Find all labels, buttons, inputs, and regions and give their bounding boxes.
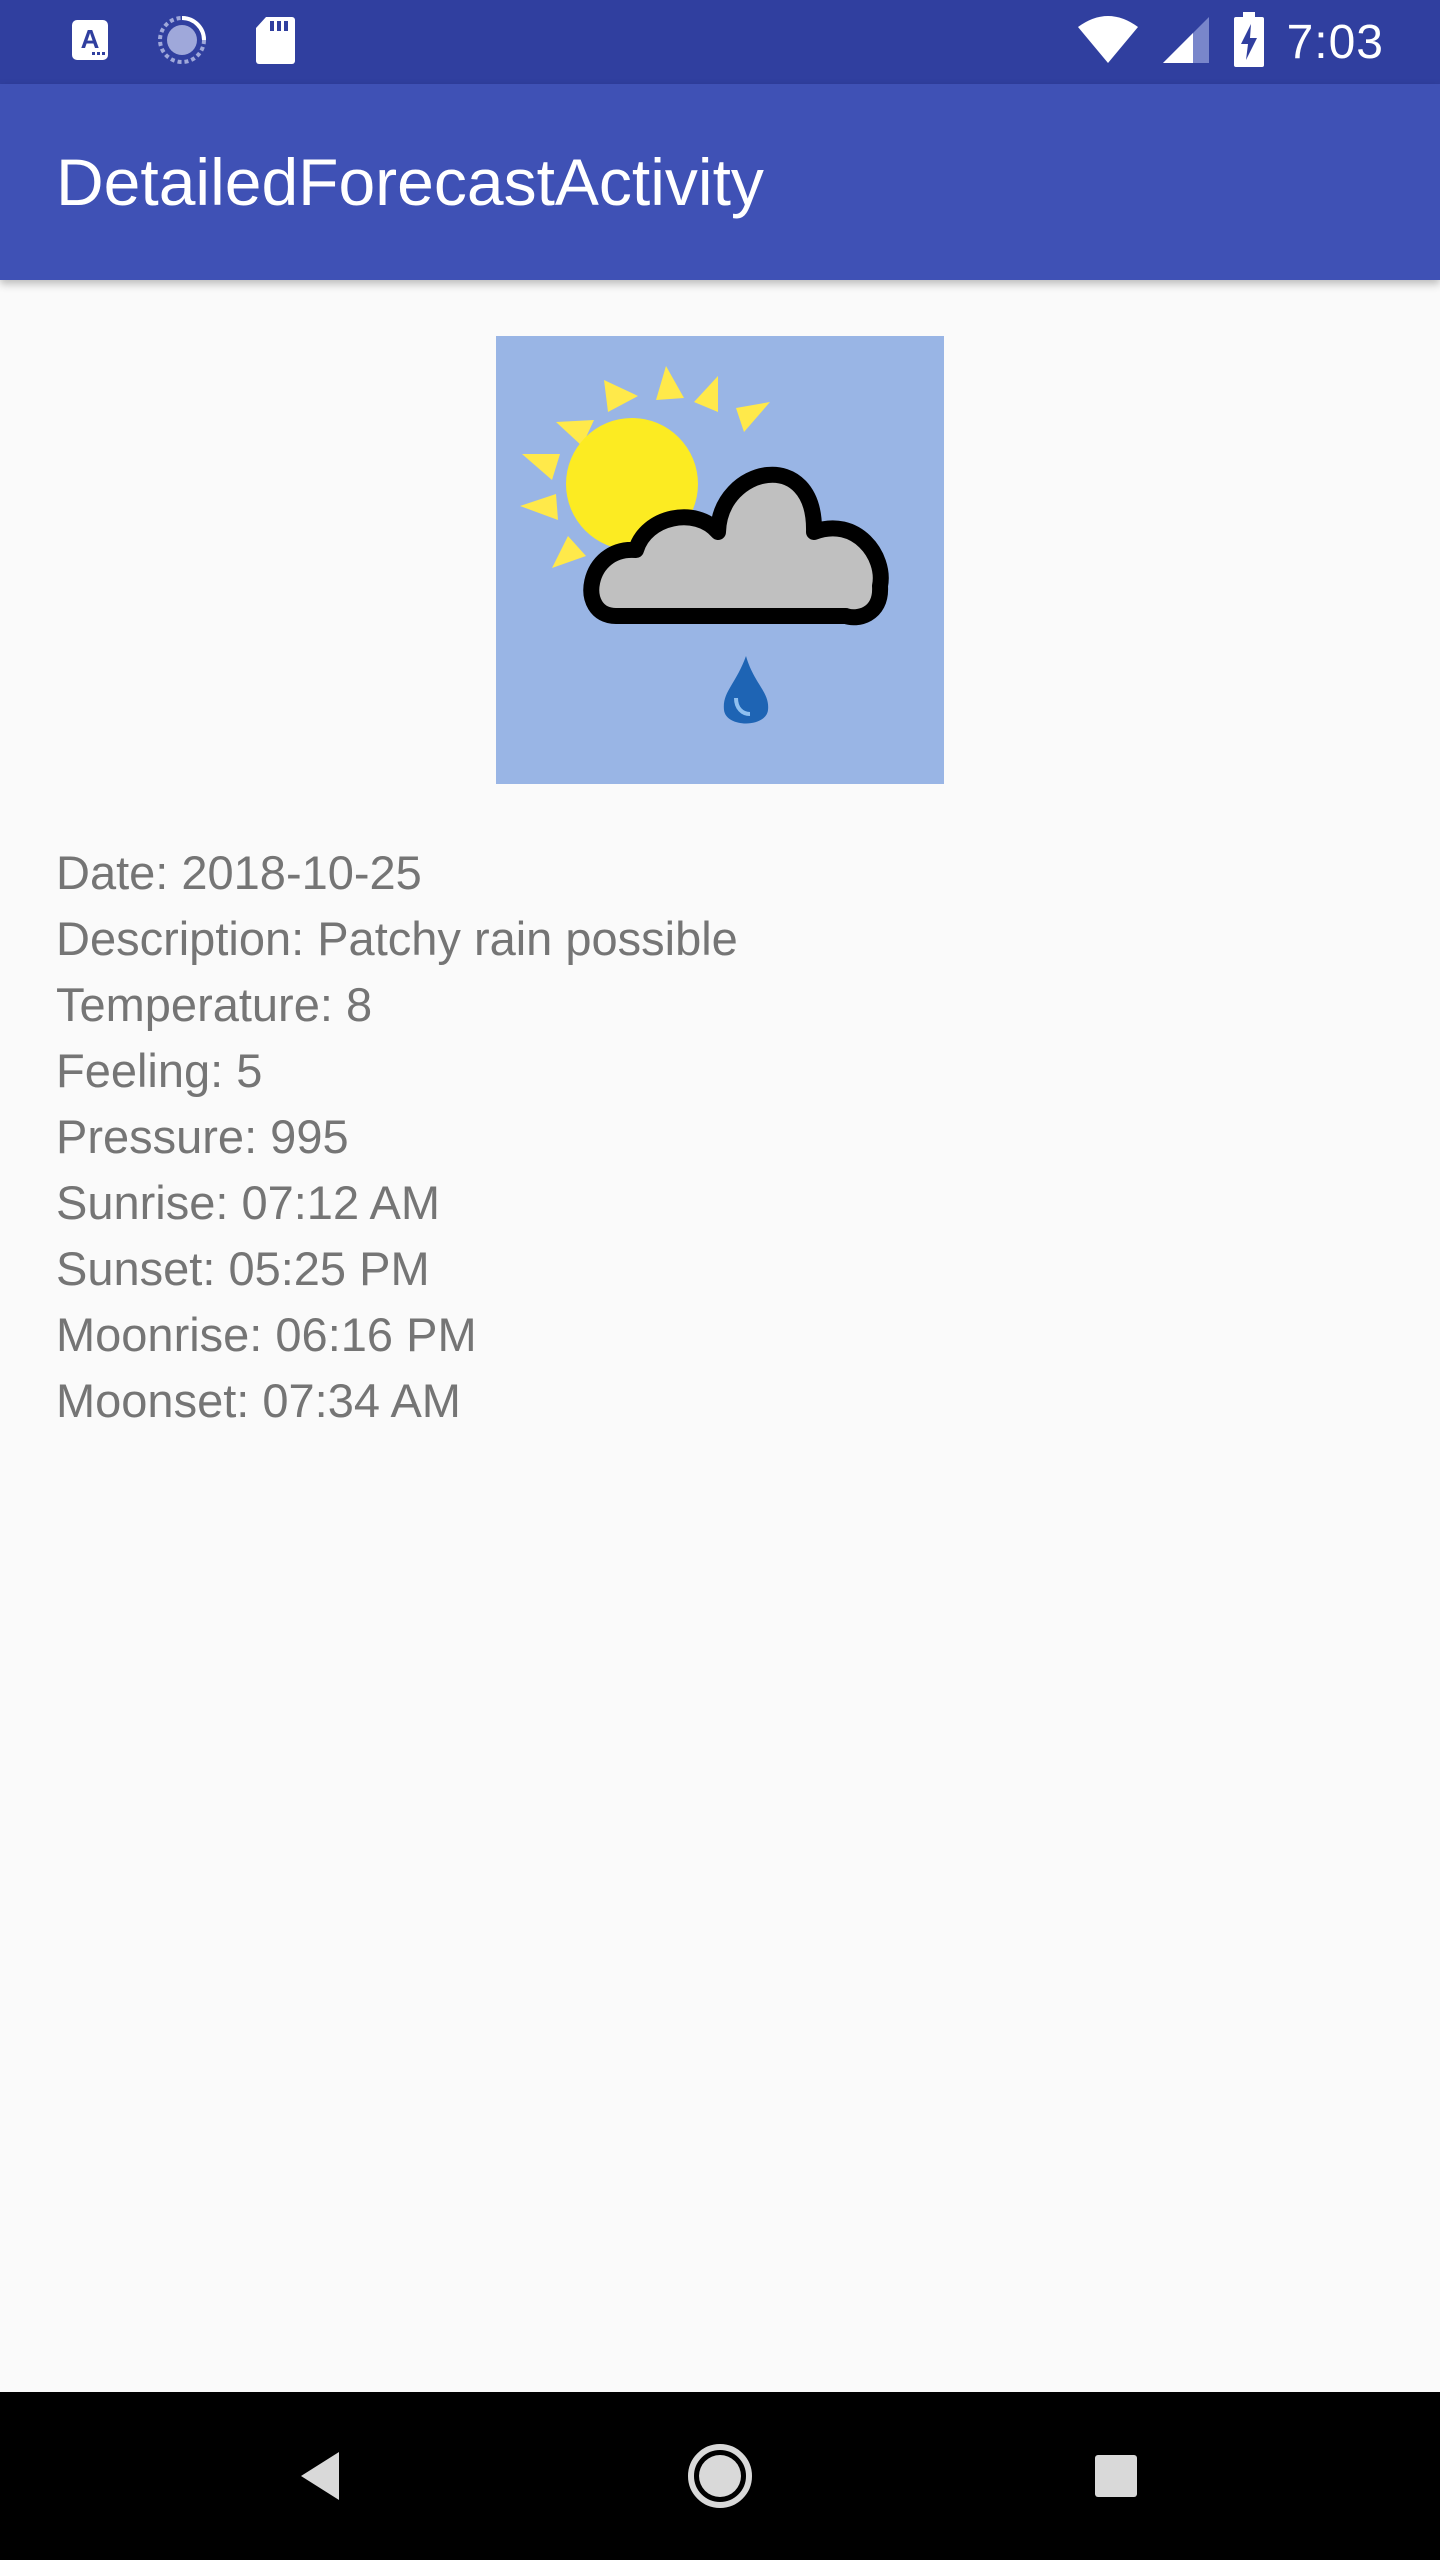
back-button[interactable] [270, 2426, 370, 2526]
sd-card-icon [254, 15, 296, 70]
back-icon [301, 2452, 339, 2500]
sunset-text: Sunset: 05:25 PM [56, 1242, 430, 1295]
wifi-icon [1077, 15, 1139, 70]
feeling-text: Feeling: 5 [56, 1044, 263, 1097]
home-icon [688, 2444, 752, 2508]
recents-button[interactable] [1066, 2426, 1166, 2526]
sun-cloud-rain-icon [520, 366, 889, 724]
svg-text:A: A [81, 24, 100, 54]
status-right-icons: 7:03 [1077, 11, 1384, 73]
home-button[interactable] [670, 2426, 770, 2526]
moonrise-text: Moonrise: 06:16 PM [56, 1308, 477, 1361]
sunrise-text: Sunrise: 07:12 AM [56, 1176, 441, 1229]
cell-signal-icon [1161, 15, 1211, 70]
page-title: DetailedForecastActivity [56, 145, 764, 219]
forecast-details: Date: 2018-10-25 Description: Patchy rai… [56, 840, 738, 1434]
pressure-text: Pressure: 995 [56, 1110, 349, 1163]
navigation-bar [0, 2392, 1440, 2560]
recents-icon [1095, 2455, 1137, 2497]
date-text: Date: 2018-10-25 [56, 846, 422, 899]
status-time: 7:03 [1286, 15, 1384, 69]
status-bar: A 7:03 [0, 0, 1440, 84]
moonset-text: Moonset: 07:34 AM [56, 1374, 461, 1427]
battery-charging-icon [1233, 11, 1265, 73]
sync-progress-icon [156, 14, 208, 71]
description-text: Description: Patchy rain possible [56, 912, 738, 965]
app-bar: DetailedForecastActivity [0, 84, 1440, 280]
a-notification-icon: A [70, 18, 110, 67]
status-left-icons: A [70, 14, 296, 70]
temperature-text: Temperature: 8 [56, 978, 373, 1031]
weather-image [496, 336, 944, 784]
